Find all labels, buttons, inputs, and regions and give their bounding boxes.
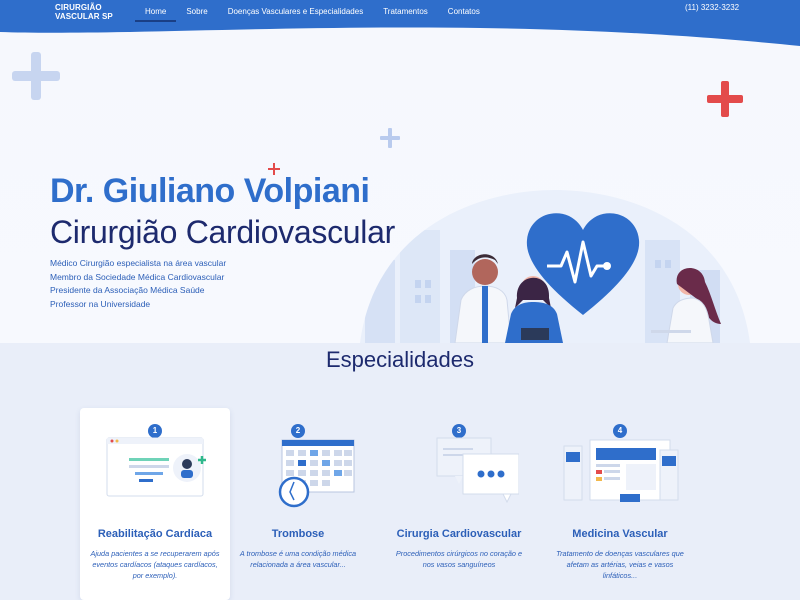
doctor-role: Cirurgião Cardiovascular [50,214,395,250]
card-description: A trombose é uma condição médica relacio… [239,549,357,569]
nav-home[interactable]: Home [135,0,177,22]
plus-icon [12,52,60,100]
bio-item: Professor na Universidade [50,298,151,309]
card-description: Tratamento de doenças vasculares que afe… [556,549,684,580]
rehab-illustration [106,437,206,497]
phone-number[interactable]: (11) 3232-3232 [685,3,739,12]
bio-item: Médico Cirurgião especialista na área va… [50,258,227,268]
bio-item: Membro da Sociedade Médica Cardiovascula… [50,271,225,282]
plus-icon [707,81,743,117]
specialties-title: Especialidades [326,347,474,372]
calendar-illustration [278,439,355,508]
dashboard-illustration [563,439,679,502]
doctor-name: Dr. Giuliano Volpiani [50,172,370,210]
doctors-illustration [360,190,750,343]
specialty-card[interactable]: 1 Reabilitação Cardíaca Ajuda pacientes … [80,408,230,600]
specialty-card[interactable]: 2 Trombose A trombose é uma condição méd… [223,408,373,600]
bio-list: Médico Cirurgião especialista na área va… [50,257,226,311]
nav-tratamentos[interactable]: Tratamentos [373,0,438,22]
bio-item: Presidente da Associação Médica Saúde [50,285,205,295]
nav-contatos[interactable]: Contatos [438,0,490,22]
nav-sobre[interactable]: Sobre [176,0,217,22]
main-nav: Home Sobre Doenças Vasculares e Especial… [135,0,490,22]
card-title: Trombose [271,528,325,540]
card-description: Procedimentos cirúrgicos no coração e no… [395,549,523,569]
specialty-card[interactable]: 3 Cirurgia Cardiovascular Procedimentos … [384,408,534,600]
card-title: Reabilitação Cardíaca [97,528,213,540]
card-description: Ajuda pacientes a se recuperarem após ev… [90,549,220,580]
site-logo[interactable]: CIRURGIÃO VASCULAR SP [55,3,113,21]
nav-doencas[interactable]: Doenças Vasculares e Especialidades [218,0,373,22]
chat-illustration [436,437,519,504]
card-title: Cirurgia Cardiovascular [396,528,522,540]
specialty-card[interactable]: 4 Medicina Vascular Tratamento de doença… [545,408,695,600]
card-title: Medicina Vascular [572,528,668,540]
plus-icon [380,128,400,148]
